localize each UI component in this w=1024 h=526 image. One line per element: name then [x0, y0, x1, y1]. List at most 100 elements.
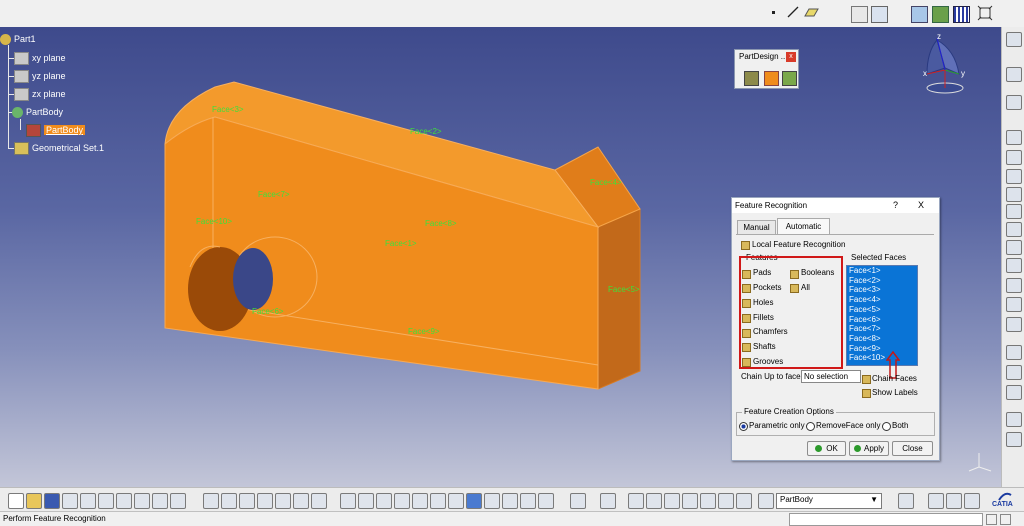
- hide-show-icon[interactable]: [502, 493, 518, 509]
- scale-icon[interactable]: [1006, 365, 1022, 380]
- binary-icon[interactable]: [682, 493, 698, 509]
- tree-item-zx-plane[interactable]: zx plane: [14, 88, 66, 102]
- help-button[interactable]: ?: [893, 200, 898, 210]
- boolean-icon[interactable]: [1006, 385, 1022, 400]
- chain-faces-checkbox[interactable]: [862, 375, 871, 384]
- list-icon[interactable]: [718, 493, 734, 509]
- update-icon[interactable]: [628, 493, 644, 509]
- scan-icon[interactable]: [311, 493, 327, 509]
- list-item[interactable]: Face<6>: [847, 315, 917, 325]
- formula-icon[interactable]: [203, 493, 219, 509]
- part-icon[interactable]: [744, 71, 759, 86]
- measure-icon[interactable]: [664, 493, 680, 509]
- render-icon[interactable]: [538, 493, 554, 509]
- material-icon[interactable]: [1006, 432, 1022, 447]
- plane-icon[interactable]: [803, 6, 819, 18]
- chevron-down-icon[interactable]: ▼: [870, 495, 878, 504]
- law-icon[interactable]: [239, 493, 255, 509]
- fit-all-icon[interactable]: [977, 5, 993, 21]
- removeface-radio[interactable]: [806, 422, 815, 431]
- copy-icon[interactable]: [98, 493, 114, 509]
- close-button[interactable]: Close: [892, 441, 933, 456]
- bomb-icon[interactable]: [911, 6, 928, 23]
- fit-all-icon[interactable]: [358, 493, 374, 509]
- slot-icon[interactable]: [1006, 169, 1022, 184]
- chamfer-icon[interactable]: [1006, 204, 1022, 219]
- list-item[interactable]: Face<8>: [847, 334, 917, 344]
- tree-expand-icon[interactable]: [570, 493, 586, 509]
- grid-icon[interactable]: [953, 6, 970, 23]
- selected-faces-list[interactable]: Face<1> Face<2> Face<3> Face<4> Face<5> …: [846, 265, 918, 366]
- mirror-icon[interactable]: [1006, 317, 1022, 332]
- undo-icon[interactable]: [134, 493, 150, 509]
- dot-icon[interactable]: [772, 11, 775, 14]
- tab-automatic[interactable]: Automatic: [777, 218, 830, 235]
- rotate-icon[interactable]: [394, 493, 410, 509]
- thickness-icon[interactable]: [1006, 258, 1022, 273]
- tree-item-partbody-feature[interactable]: PartBody: [26, 124, 86, 138]
- line-icon[interactable]: [786, 5, 800, 19]
- redo-icon[interactable]: [152, 493, 168, 509]
- pad-icon[interactable]: [1006, 32, 1022, 47]
- tree-root[interactable]: Part1: [0, 33, 36, 46]
- stop-icon[interactable]: [646, 493, 662, 509]
- pocket-icon[interactable]: [1006, 67, 1022, 82]
- parametric-radio[interactable]: [739, 422, 748, 431]
- zoom-in-icon[interactable]: [412, 493, 428, 509]
- window-button[interactable]: [1000, 514, 1011, 525]
- show-labels-checkbox[interactable]: [862, 389, 871, 398]
- sketch-icon[interactable]: [851, 6, 868, 23]
- both-radio[interactable]: [882, 422, 891, 431]
- local-feature-checkbox[interactable]: [741, 241, 750, 250]
- hammer-icon[interactable]: [898, 493, 914, 509]
- fillet-icon[interactable]: [1006, 187, 1022, 202]
- copy-icon[interactable]: [700, 493, 716, 509]
- measure-icon[interactable]: [1006, 412, 1022, 427]
- rib-icon[interactable]: [1006, 150, 1022, 165]
- compass[interactable]: z x y: [915, 30, 971, 100]
- list-item[interactable]: Face<1>: [847, 266, 917, 276]
- catalog-icon[interactable]: [932, 6, 949, 23]
- list-item[interactable]: Face<4>: [847, 295, 917, 305]
- save-icon[interactable]: [44, 493, 60, 509]
- partdesign-toolbar[interactable]: PartDesign ... x: [734, 49, 799, 89]
- hole-icon[interactable]: [1006, 130, 1022, 145]
- paste-icon[interactable]: [116, 493, 132, 509]
- knowledge-icon[interactable]: [221, 493, 237, 509]
- close-button[interactable]: x: [786, 52, 796, 62]
- chain-up-field[interactable]: No selection: [801, 370, 861, 383]
- cut-icon[interactable]: [80, 493, 96, 509]
- command-input[interactable]: [789, 513, 983, 526]
- list-item[interactable]: Face<5>: [847, 305, 917, 315]
- open-icon[interactable]: [26, 493, 42, 509]
- shading-icon[interactable]: [484, 493, 500, 509]
- feature-recognition-dialog[interactable]: Feature Recognition ? X Manual Automatic…: [731, 197, 940, 461]
- close-icon[interactable]: X: [918, 200, 924, 210]
- table-icon[interactable]: [257, 493, 273, 509]
- list-item[interactable]: Face<3>: [847, 285, 917, 295]
- body-select[interactable]: PartBody ▼: [776, 493, 882, 509]
- body-icon[interactable]: [293, 493, 309, 509]
- analysis-icon[interactable]: [946, 493, 962, 509]
- ok-button[interactable]: OK: [807, 441, 846, 456]
- draft-analysis-icon[interactable]: [964, 493, 980, 509]
- print-icon[interactable]: [62, 493, 78, 509]
- fly-mode-icon[interactable]: [340, 493, 356, 509]
- parameters-icon[interactable]: [736, 493, 752, 509]
- iso-view-icon[interactable]: [466, 493, 482, 509]
- tree-item-geometrical-set[interactable]: Geometrical Set.1: [14, 142, 104, 156]
- sketcher-icon[interactable]: [871, 6, 888, 23]
- shell-icon[interactable]: [1006, 240, 1022, 255]
- tool-icon[interactable]: [928, 493, 944, 509]
- swap-visible-icon[interactable]: [520, 493, 536, 509]
- flask-icon[interactable]: [764, 71, 779, 86]
- window-button[interactable]: [986, 514, 997, 525]
- tree-item-partbody[interactable]: PartBody: [12, 106, 63, 119]
- split-icon[interactable]: [1006, 297, 1022, 312]
- apply-button[interactable]: Apply: [849, 441, 889, 456]
- axis-icon[interactable]: [275, 493, 291, 509]
- list-item[interactable]: Face<2>: [847, 276, 917, 286]
- zoom-out-icon[interactable]: [430, 493, 446, 509]
- camera-icon[interactable]: [600, 493, 616, 509]
- thread-icon[interactable]: [1006, 278, 1022, 293]
